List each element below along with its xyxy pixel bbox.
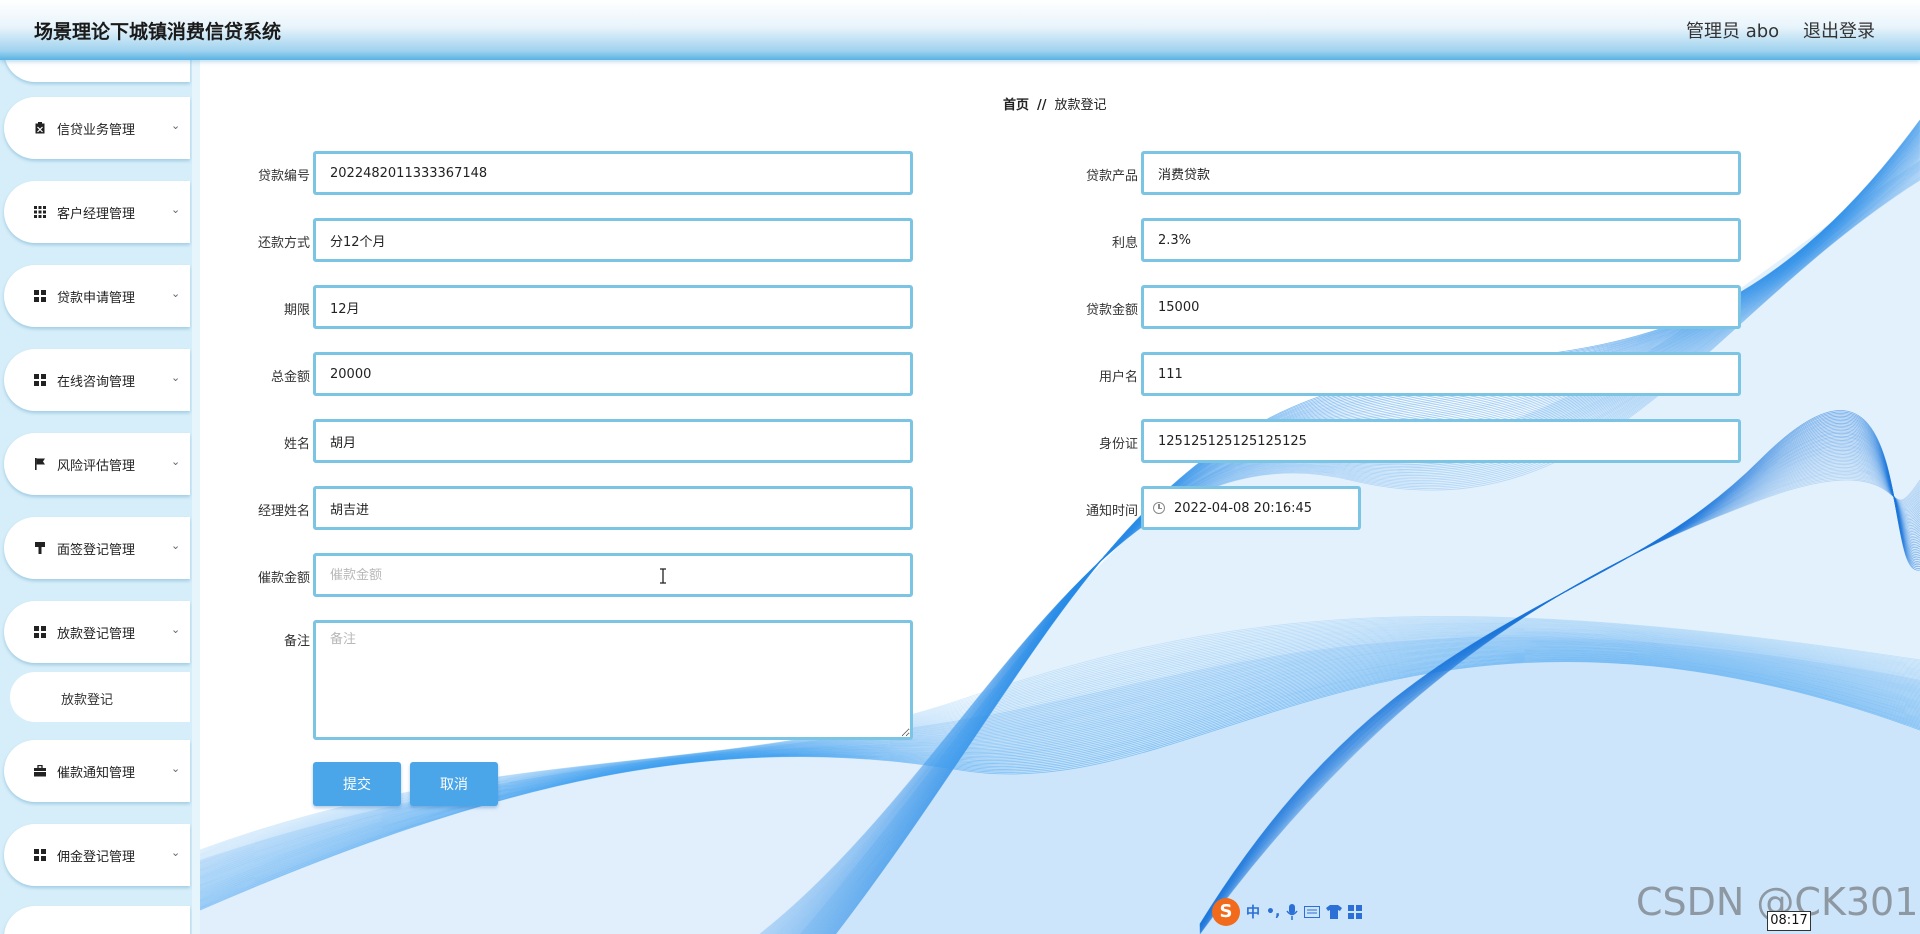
sidebar-subitem-disbursement[interactable]: 放款登记: [10, 672, 190, 722]
remarks-textarea[interactable]: [313, 620, 913, 740]
id-card-label: 身份证: [1098, 437, 1138, 452]
sidebar-item-label: 贷款申请管理: [57, 291, 136, 306]
chevron-down-icon: ⌄: [171, 119, 181, 132]
manager-name-label: 经理姓名: [257, 504, 310, 519]
chevron-down-icon: ⌄: [171, 846, 181, 859]
app-title: 场景理论下城镇消费信贷系统: [34, 21, 282, 43]
sidebar: 信贷业务管理 ⌄ 客户经理管理 ⌄ 贷款申请管理 ⌄ 在线咨询管理 ⌄ 风险评估…: [0, 60, 200, 934]
username-input[interactable]: [1141, 352, 1741, 396]
ime-toolbar: S 中 •,: [1212, 896, 1392, 928]
cancel-button[interactable]: 取消: [410, 762, 498, 806]
loan-amount-label: 贷款金额: [1085, 303, 1138, 318]
chevron-down-icon: ⌄: [171, 539, 181, 552]
sidebar-item-collection-notice[interactable]: 催款通知管理 ⌄: [4, 740, 190, 802]
grid-icon: [34, 626, 46, 638]
term-input[interactable]: [313, 285, 913, 329]
clock-icon: [1153, 502, 1165, 514]
sidebar-item-risk-assessment[interactable]: 风险评估管理 ⌄: [4, 433, 190, 495]
manager-name-input[interactable]: [313, 486, 913, 530]
sidebar-item-hidden-top[interactable]: [4, 60, 190, 82]
sidebar-item-label: 佣金登记管理: [57, 850, 136, 865]
skin-shirt-icon[interactable]: [1326, 905, 1343, 919]
repayment-method-input[interactable]: [313, 218, 913, 262]
system-clock: 08:17: [1767, 911, 1811, 931]
collection-amount-label: 催款金额: [257, 571, 310, 586]
total-amount-input[interactable]: [313, 352, 913, 396]
app-page: 场景理论下城镇消费信贷系统 管理员 abo 退出登录 信贷业务管理 ⌄ 客户经理…: [0, 0, 1920, 934]
sidebar-item-signing-register[interactable]: 面签登记管理 ⌄: [4, 517, 190, 579]
notify-time-datepicker[interactable]: [1141, 486, 1361, 530]
sidebar-item-credit-business[interactable]: 信贷业务管理 ⌄: [4, 97, 190, 159]
collection-amount-input[interactable]: [313, 553, 913, 597]
loan-product-label: 贷款产品: [1085, 169, 1138, 184]
term-label: 期限: [283, 303, 310, 318]
grid-icon: [34, 206, 46, 218]
chevron-down-icon: ⌄: [171, 455, 181, 468]
punctuation-icon[interactable]: •,: [1266, 904, 1280, 920]
remarks-label: 备注: [283, 634, 310, 649]
sidebar-item-loan-application[interactable]: 贷款申请管理 ⌄: [4, 265, 190, 327]
flag-icon: [35, 458, 45, 470]
chevron-down-icon: ⌄: [171, 762, 181, 775]
toolbox-icon[interactable]: [1348, 905, 1363, 919]
sidebar-item-hidden-bottom[interactable]: [4, 906, 190, 934]
grid-icon: [34, 849, 46, 861]
sidebar-item-online-consult[interactable]: 在线咨询管理 ⌄: [4, 349, 190, 411]
grid-icon: [34, 374, 46, 386]
chevron-down-icon: ⌄: [171, 623, 181, 636]
sidebar-item-label: 风险评估管理: [57, 459, 136, 474]
sidebar-item-label: 放款登记管理: [57, 627, 136, 642]
breadcrumb-current: 放款登记: [1054, 98, 1107, 113]
sidebar-item-label: 面签登记管理: [57, 543, 136, 558]
clipboard-icon: [35, 122, 45, 134]
microphone-icon[interactable]: [1286, 904, 1298, 920]
stamp-icon: [35, 542, 45, 554]
username-label: 用户名: [1098, 370, 1138, 385]
chevron-down-icon: ⌄: [171, 203, 181, 216]
id-card-input[interactable]: [1141, 419, 1741, 463]
sidebar-item-label: 催款通知管理: [57, 766, 136, 781]
ime-mode-toggle[interactable]: 中: [1246, 902, 1260, 922]
notify-time-label: 通知时间: [1085, 504, 1138, 519]
interest-label: 利息: [1111, 236, 1138, 251]
keyboard-icon[interactable]: [1304, 906, 1321, 918]
main-content: 首页 // 放款登记 贷款编号 还款方式 期限 总金额 姓名 经理姓名 催款金额 备…: [200, 60, 1920, 934]
chevron-down-icon: ⌄: [171, 287, 181, 300]
sidebar-item-account-manager[interactable]: 客户经理管理 ⌄: [4, 181, 190, 243]
name-input[interactable]: [313, 419, 913, 463]
breadcrumb-home[interactable]: 首页: [1003, 98, 1029, 113]
loan-product-input[interactable]: [1141, 151, 1741, 195]
logout-link[interactable]: 退出登录: [1803, 17, 1875, 43]
name-label: 姓名: [283, 437, 310, 452]
text-cursor-icon: [660, 568, 666, 584]
sidebar-item-disbursement-register[interactable]: 放款登记管理 ⌄: [4, 601, 190, 663]
sidebar-item-commission-register[interactable]: 佣金登记管理 ⌄: [4, 824, 190, 886]
submit-button[interactable]: 提交: [313, 762, 401, 806]
sidebar-item-label: 信贷业务管理: [57, 123, 136, 138]
sidebar-subitem-label: 放款登记: [61, 693, 114, 708]
breadcrumb: 首页 // 放款登记: [1003, 94, 1107, 113]
loan-number-input[interactable]: [313, 151, 913, 195]
repayment-method-label: 还款方式: [257, 236, 310, 251]
interest-input[interactable]: [1141, 218, 1741, 262]
breadcrumb-separator: //: [1037, 98, 1047, 113]
grid-icon: [34, 290, 46, 302]
sidebar-item-label: 客户经理管理: [57, 207, 136, 222]
ime-logo-icon[interactable]: S: [1212, 898, 1240, 926]
admin-username: 管理员 abo: [1686, 21, 1780, 42]
chevron-down-icon: ⌄: [171, 371, 181, 384]
loan-amount-input[interactable]: [1141, 285, 1741, 329]
loan-number-label: 贷款编号: [257, 169, 310, 184]
wave-fill: [800, 160, 1920, 934]
sidebar-item-label: 在线咨询管理: [57, 375, 136, 390]
briefcase-icon: [34, 765, 46, 777]
total-amount-label: 总金额: [270, 370, 310, 385]
top-header: 场景理论下城镇消费信贷系统 管理员 abo 退出登录: [0, 0, 1920, 60]
